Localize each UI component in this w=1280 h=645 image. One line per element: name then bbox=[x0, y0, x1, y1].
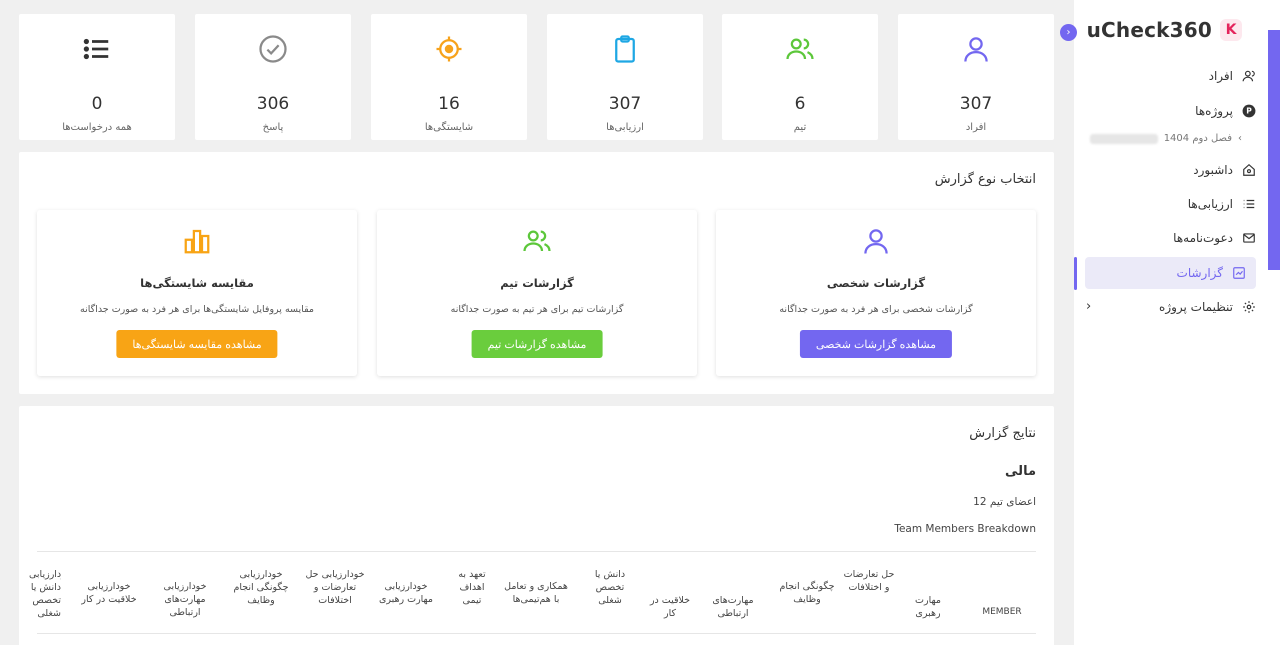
stat-value: 307 bbox=[959, 94, 993, 114]
home-icon bbox=[1241, 162, 1256, 177]
sidebar-item-dashboard[interactable]: داشبورد bbox=[1086, 162, 1256, 177]
stat-value: 307 bbox=[608, 94, 642, 114]
team-icon bbox=[722, 34, 878, 64]
table-header[interactable]: خودارزیابی مهارت رهبری bbox=[375, 580, 437, 606]
results-title: نتایج گزارش bbox=[969, 426, 1036, 441]
members-count: 12 اعضای تیم bbox=[973, 496, 1036, 508]
bar-chart-icon bbox=[37, 226, 357, 256]
sidebar-subitem-season[interactable]: ‹ فصل دوم 1404 bbox=[1089, 133, 1242, 144]
brand-logo[interactable]: uCheck360 K bbox=[1087, 18, 1242, 42]
card-title: مقایسه شایستگی‌ها bbox=[140, 276, 254, 290]
table-header[interactable]: مهارت رهبری bbox=[902, 594, 954, 620]
sidebar-item-reports[interactable]: گزارشات bbox=[1085, 257, 1256, 289]
stat-label: تیم bbox=[793, 122, 807, 133]
sidebar-item-label: افراد bbox=[1208, 68, 1233, 83]
personal-report-card: گزارشات شخصی گزارشات شخصی برای هر فرد به… bbox=[716, 210, 1036, 376]
sidebar-item-project-settings[interactable]: تنظیمات پروژه › bbox=[1086, 299, 1256, 314]
card-title: گزارشات شخصی bbox=[826, 276, 926, 290]
stat-card-teams[interactable]: 6 تیم bbox=[722, 14, 878, 140]
sidebar-item-label: پروژه‌ها bbox=[1195, 103, 1233, 118]
table-top-divider bbox=[37, 551, 1036, 552]
chevron-left-icon: ‹ bbox=[1238, 133, 1242, 144]
brand-name: uCheck360 bbox=[1086, 18, 1212, 42]
report-results-panel: نتایج گزارش مالی 12 اعضای تیم Team Membe… bbox=[19, 406, 1054, 645]
collapse-sidebar-button[interactable]: › bbox=[1060, 24, 1077, 41]
redacted-text bbox=[1089, 133, 1158, 144]
list-icon bbox=[1241, 196, 1256, 211]
gear-icon bbox=[1241, 299, 1256, 314]
sidebar-item-label: داشبورد bbox=[1193, 162, 1233, 177]
users-icon bbox=[1241, 68, 1256, 83]
mail-icon bbox=[1241, 230, 1256, 245]
breakdown-label: Team Members Breakdown bbox=[894, 523, 1036, 535]
stat-value: 0 bbox=[91, 94, 103, 114]
table-header[interactable]: خودارزیابی دانش یا تخصص شغلی bbox=[29, 568, 61, 620]
stat-value: 306 bbox=[256, 94, 290, 114]
report-type-panel: انتخاب نوع گزارش گزارشات شخصی گزارشات شخ… bbox=[19, 152, 1054, 394]
brand-mark-icon: K bbox=[1220, 19, 1242, 41]
table-header[interactable]: خودارزیابی حل تعارضات و اختلافات bbox=[305, 568, 365, 607]
chart-icon bbox=[1231, 266, 1246, 281]
sidebar: › uCheck360 K افراد P پروژه‌ها ‹ فصل دوم… bbox=[1060, 0, 1280, 645]
card-description: مقایسه پروفایل شایستگی‌ها برای هر فرد به… bbox=[80, 304, 314, 315]
team-name: مالی bbox=[1005, 464, 1036, 479]
team-icon bbox=[377, 226, 697, 256]
stat-label: همه درخواست‌ها bbox=[62, 122, 132, 133]
stat-card-people[interactable]: 307 افراد bbox=[898, 14, 1054, 140]
sidebar-item-label: تنظیمات پروژه bbox=[1159, 299, 1233, 314]
user-icon bbox=[716, 226, 1036, 256]
sidebar-item-label: دعوت‌نامه‌ها bbox=[1173, 230, 1233, 245]
sidebar-scrollbar[interactable] bbox=[1268, 30, 1280, 270]
card-description: گزارشات تیم برای هر تیم به صورت جداگانه bbox=[450, 304, 624, 315]
view-personal-reports-button[interactable]: مشاهده گزارشات شخصی bbox=[799, 330, 953, 358]
user-icon bbox=[898, 34, 1054, 64]
table-header[interactable]: همکاری و تعامل با هم‌تیمی‌ها bbox=[503, 580, 569, 606]
view-competency-compare-button[interactable]: مشاهده مقایسه شایستگی‌ها bbox=[116, 330, 278, 358]
sidebar-subitem-label: فصل دوم 1404 bbox=[1163, 133, 1232, 144]
report-type-title: انتخاب نوع گزارش bbox=[934, 172, 1036, 187]
table-header[interactable]: خودارزیابی مهارت‌های ارتباطی bbox=[153, 580, 217, 619]
stat-card-evaluations[interactable]: 307 ارزیابی‌ها bbox=[547, 14, 703, 140]
list-icon bbox=[19, 34, 175, 64]
stat-label: ارزیابی‌ها bbox=[606, 122, 644, 133]
stat-value: 16 bbox=[438, 94, 460, 114]
sidebar-item-people[interactable]: افراد bbox=[1086, 68, 1256, 83]
stat-card-all-requests[interactable]: 0 همه درخواست‌ها bbox=[19, 14, 175, 140]
table-header[interactable]: خودارزیابی خلاقیت در کار bbox=[81, 580, 137, 606]
card-description: گزارشات شخصی برای هر فرد به صورت جداگانه bbox=[779, 304, 973, 315]
team-report-card: گزارشات تیم گزارشات تیم برای هر تیم به ص… bbox=[377, 210, 697, 376]
stat-value: 6 bbox=[794, 94, 806, 114]
sidebar-item-label: گزارشات bbox=[1176, 266, 1223, 280]
chevron-right-icon: › bbox=[1086, 299, 1092, 314]
project-p-icon: P bbox=[1241, 103, 1256, 118]
target-icon bbox=[371, 34, 527, 64]
table-header[interactable]: چگونگی انجام وظایف bbox=[777, 580, 837, 606]
sidebar-item-invitations[interactable]: دعوت‌نامه‌ها bbox=[1086, 230, 1256, 245]
table-header[interactable]: حل تعارضات و اختلافات bbox=[843, 568, 895, 594]
stat-label: پاسخ bbox=[262, 122, 284, 133]
stat-label: شایستگی‌ها bbox=[424, 122, 474, 133]
sidebar-item-projects[interactable]: P پروژه‌ها bbox=[1086, 103, 1256, 118]
sidebar-item-evaluations[interactable]: ارزیابی‌ها bbox=[1086, 196, 1256, 211]
stat-card-responses[interactable]: 306 پاسخ bbox=[195, 14, 351, 140]
table-header[interactable]: تعهد به اهداف تیمی bbox=[451, 568, 493, 607]
svg-text:P: P bbox=[1246, 106, 1252, 115]
card-title: گزارشات تیم bbox=[500, 276, 574, 290]
table-header[interactable]: خلاقیت در کار bbox=[647, 594, 693, 620]
stat-label: افراد bbox=[965, 122, 987, 133]
competency-compare-card: مقایسه شایستگی‌ها مقایسه پروفایل شایستگی… bbox=[37, 210, 357, 376]
table-header[interactable]: خودارزیابی چگونگی انجام وظایف bbox=[233, 568, 289, 607]
active-indicator bbox=[1074, 257, 1077, 290]
table-header[interactable]: دانش یا تخصص شغلی bbox=[585, 568, 635, 607]
clipboard-icon bbox=[547, 34, 703, 64]
sidebar-item-label: ارزیابی‌ها bbox=[1187, 196, 1233, 211]
stat-card-competencies[interactable]: 16 شایستگی‌ها bbox=[371, 14, 527, 140]
check-circle-icon bbox=[195, 34, 351, 64]
view-team-reports-button[interactable]: مشاهده گزارشات تیم bbox=[471, 330, 603, 358]
table-header-divider bbox=[37, 633, 1036, 634]
table-header[interactable]: مهارت‌های ارتباطی bbox=[705, 594, 761, 620]
table-header-member[interactable]: MEMBER bbox=[967, 606, 1037, 619]
